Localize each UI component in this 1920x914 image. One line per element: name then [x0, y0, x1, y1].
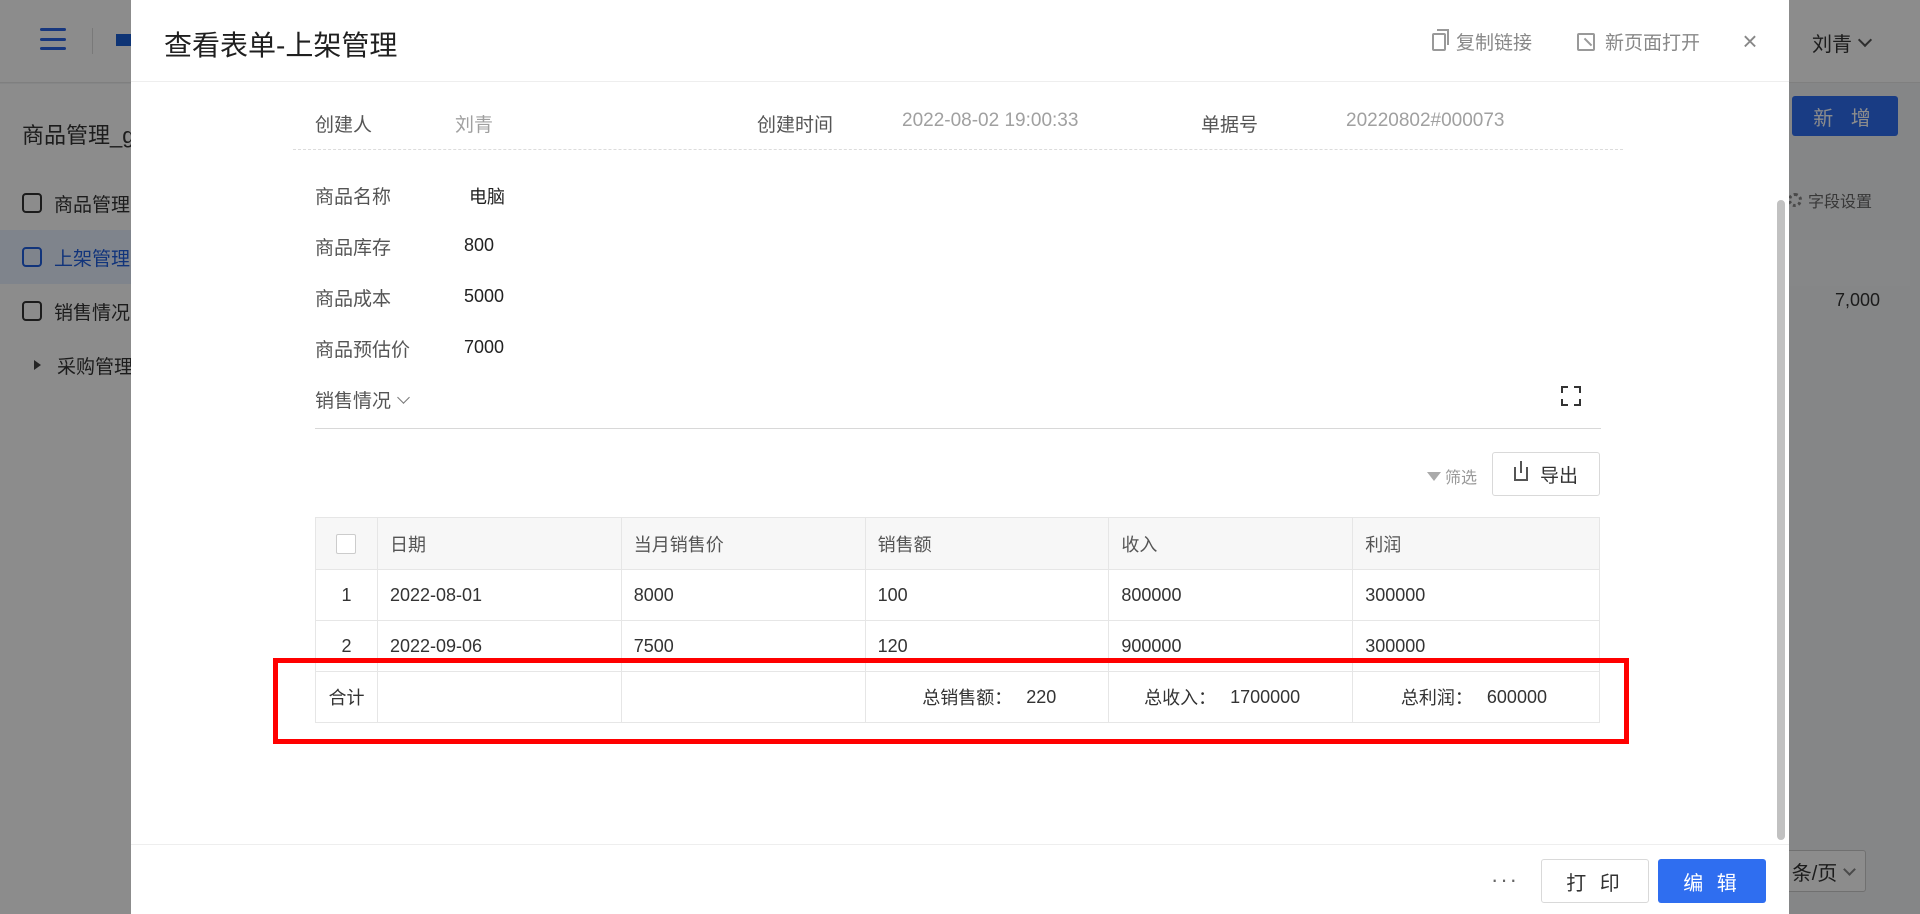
- section-divider: [315, 428, 1601, 429]
- section-title: 销售情况: [315, 391, 392, 412]
- fullscreen-icon[interactable]: [1561, 386, 1581, 406]
- field-label: 商品预估价: [315, 340, 411, 361]
- upload-icon: [1513, 461, 1528, 481]
- table-cell: 2022-08-01: [377, 570, 622, 621]
- modal-header: 查看表单-上架管理 复制链接 新页面打开 ×: [131, 0, 1789, 82]
- scrollbar[interactable]: [1777, 200, 1785, 840]
- print-button[interactable]: 打 印: [1541, 859, 1649, 903]
- table-row[interactable]: 1 2022-08-01 8000 100 800000 300000: [316, 570, 1601, 621]
- field-value: 7000: [464, 337, 505, 357]
- copy-link-button[interactable]: 复制链接: [1432, 28, 1532, 55]
- created-time-label: 创建时间: [757, 115, 834, 136]
- sales-section-toggle[interactable]: 销售情况: [315, 386, 410, 413]
- highlight-box: [273, 658, 1629, 744]
- open-new-page-label: 新页面打开: [1605, 33, 1701, 54]
- external-link-icon: [1577, 32, 1595, 51]
- doc-no-value: 20220802#000073: [1346, 110, 1505, 131]
- table-cell: 100: [865, 570, 1110, 621]
- column-header-profit[interactable]: 利润: [1353, 518, 1601, 570]
- edit-button[interactable]: 编 辑: [1658, 859, 1766, 903]
- column-header-income[interactable]: 收入: [1109, 518, 1354, 570]
- filter-label: 筛选: [1445, 470, 1478, 487]
- export-label: 导出: [1539, 465, 1578, 487]
- more-actions-button[interactable]: ···: [1491, 867, 1519, 893]
- modal-footer: ··· 打 印 编 辑: [131, 844, 1789, 914]
- table-header-row: 日期 当月销售价 销售额 收入 利润: [316, 518, 1601, 570]
- meta-info-row: 创建人 刘青 创建时间 2022-08-02 19:00:33 单据号 2022…: [293, 96, 1623, 150]
- filter-icon: [1427, 471, 1441, 481]
- field-value: 电脑: [469, 187, 505, 207]
- field-label: 商品成本: [315, 289, 392, 310]
- field-label: 商品名称: [315, 187, 392, 208]
- select-all-cell: [316, 518, 378, 570]
- copy-icon: [1432, 28, 1449, 51]
- filter-button[interactable]: 筛选: [1427, 464, 1477, 488]
- select-all-checkbox[interactable]: [336, 533, 357, 554]
- field-value: 800: [464, 235, 495, 255]
- column-header-sales[interactable]: 销售额: [865, 518, 1110, 570]
- created-time-value: 2022-08-02 19:00:33: [902, 110, 1079, 131]
- column-header-price[interactable]: 当月销售价: [621, 518, 866, 570]
- doc-no-label: 单据号: [1201, 115, 1259, 136]
- open-new-page-button[interactable]: 新页面打开: [1577, 28, 1700, 55]
- field-value: 5000: [464, 286, 505, 306]
- close-icon[interactable]: ×: [1739, 28, 1761, 54]
- chevron-down-icon: [397, 390, 410, 404]
- copy-link-label: 复制链接: [1456, 33, 1533, 54]
- creator-label: 创建人: [315, 115, 373, 136]
- creator-value: 刘青: [455, 115, 494, 136]
- table-cell: 8000: [621, 570, 866, 621]
- export-button[interactable]: 导出: [1492, 452, 1600, 496]
- field-label: 商品库存: [315, 238, 392, 259]
- row-index: 1: [316, 570, 378, 621]
- modal-title: 查看表单-上架管理: [164, 30, 398, 61]
- table-cell: 300000: [1353, 570, 1601, 621]
- form-view-modal: 查看表单-上架管理 复制链接 新页面打开 × 创建人 刘青 创建时间 2022-…: [131, 0, 1789, 914]
- column-header-date[interactable]: 日期: [377, 518, 622, 570]
- table-cell: 800000: [1109, 570, 1354, 621]
